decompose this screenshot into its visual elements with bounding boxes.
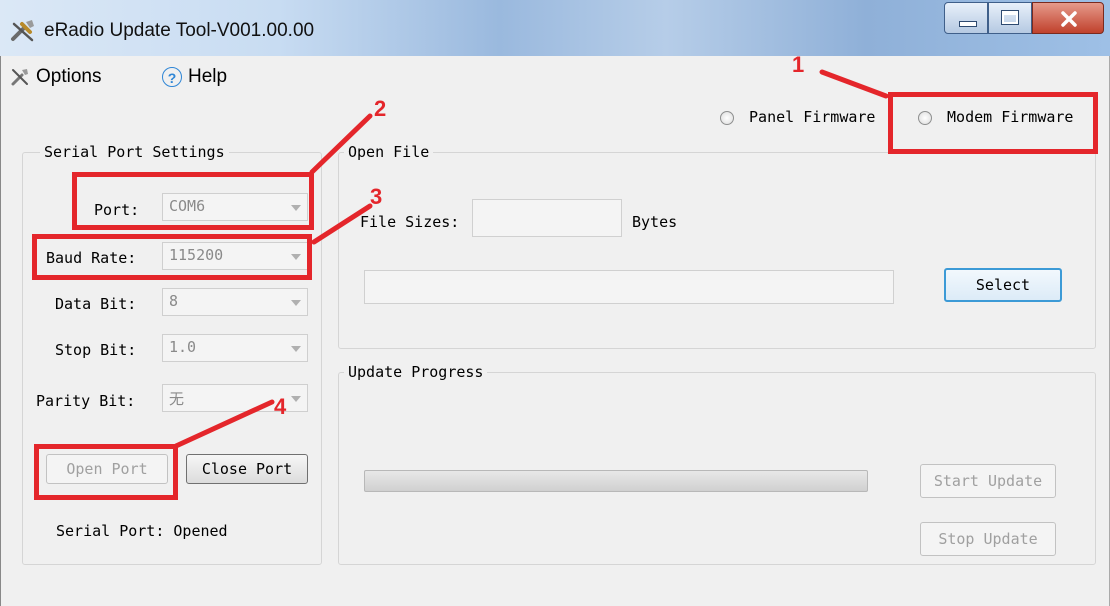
annotation-box-modem-firmware — [888, 92, 1098, 154]
annotation-marker-1: 1 — [792, 52, 805, 77]
annotation-marker-4: 4 — [274, 394, 287, 419]
annotation-marker-2: 2 — [374, 96, 387, 121]
app-window: eRadio Update Tool-V001.00.00 Options ? … — [0, 0, 1110, 606]
annotation-line-2 — [309, 113, 373, 175]
annotation-line-3 — [311, 203, 373, 245]
annotation-lines — [173, 69, 889, 449]
annotation-line-4 — [173, 399, 275, 449]
annotation-box-open-port — [34, 444, 178, 500]
annotation-marker-3: 3 — [370, 184, 383, 209]
annotation-box-baud-rate — [32, 234, 312, 280]
annotation-box-port — [72, 172, 314, 230]
annotation-line-1 — [819, 69, 889, 99]
